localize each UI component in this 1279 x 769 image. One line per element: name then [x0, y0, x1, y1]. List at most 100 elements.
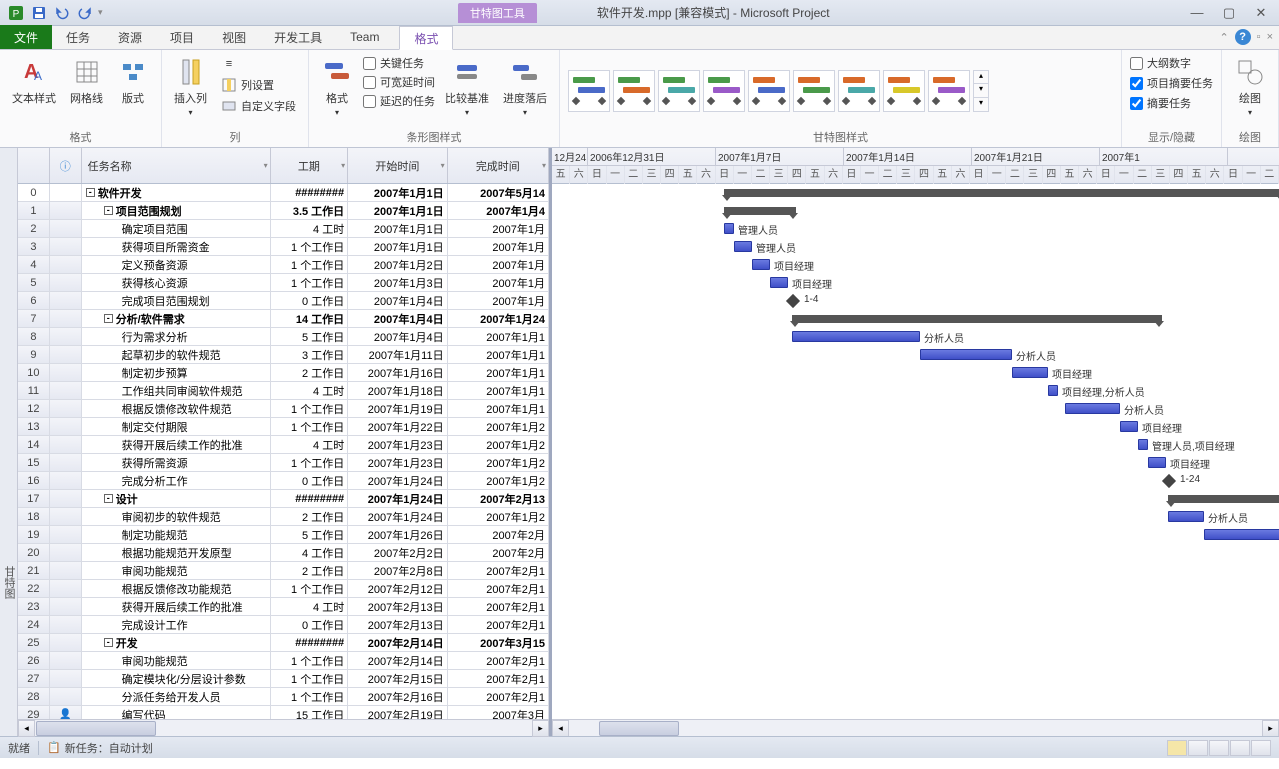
task-row[interactable]: 18 审阅初步的软件规范 2 工作日 2007年1月24日 2007年1月2 [18, 508, 549, 526]
grid-hscroll[interactable]: ◂▸ [18, 719, 549, 736]
task-row[interactable]: 8 行为需求分析 5 工作日 2007年1月4日 2007年1月1 [18, 328, 549, 346]
window-close-icon[interactable]: × [1267, 31, 1273, 43]
view-bar[interactable]: 甘特图 [0, 148, 18, 736]
align-left-button[interactable]: ≡ [217, 54, 300, 74]
task-bar[interactable] [1168, 511, 1204, 522]
tab-team[interactable]: Team [336, 25, 393, 49]
gantt-style-option[interactable] [928, 70, 970, 112]
save-icon[interactable] [29, 3, 49, 23]
task-row[interactable]: 6 完成项目范围规划 0 工作日 2007年1月4日 2007年1月 [18, 292, 549, 310]
late-tasks-checkbox[interactable]: 延迟的任务 [363, 92, 435, 110]
column-settings-button[interactable]: 列设置 [217, 75, 300, 95]
task-bar[interactable] [792, 331, 920, 342]
summary-bar[interactable] [724, 207, 796, 215]
task-bar[interactable] [1148, 457, 1166, 468]
project-icon[interactable]: P [6, 3, 26, 23]
gantt-style-option[interactable] [793, 70, 835, 112]
task-row[interactable]: 2 确定项目范围 4 工时 2007年1月1日 2007年1月 [18, 220, 549, 238]
task-bar[interactable] [752, 259, 770, 270]
task-row[interactable]: 20 根据功能规范开发原型 4 工作日 2007年2月2日 2007年2月 [18, 544, 549, 562]
gantt-style-option[interactable] [838, 70, 880, 112]
task-row[interactable]: 9 起草初步的软件规范 3 工作日 2007年1月11日 2007年1月1 [18, 346, 549, 364]
project-summary-checkbox[interactable]: 项目摘要任务 [1130, 74, 1213, 92]
milestone-icon[interactable] [786, 294, 800, 308]
gantt-style-option[interactable] [613, 70, 655, 112]
ribbon-collapse-icon[interactable]: ⌃ [1219, 31, 1228, 44]
view-usage-icon[interactable] [1188, 740, 1208, 756]
tab-format[interactable]: 格式 [399, 26, 453, 50]
outline-toggle[interactable]: - [104, 206, 113, 215]
task-row[interactable]: 27 确定模块化/分层设计参数 1 个工作日 2007年2月15日 2007年2… [18, 670, 549, 688]
summary-tasks-checkbox[interactable]: 摘要任务 [1130, 94, 1213, 112]
minimize-icon[interactable]: — [1185, 4, 1209, 22]
tab-project[interactable]: 项目 [156, 25, 208, 49]
gantt-chart-area[interactable]: 管理人员管理人员项目经理项目经理1-4分析人员分析人员项目经理项目经理,分析人员… [552, 184, 1279, 719]
maximize-icon[interactable]: ▢ [1217, 4, 1241, 22]
task-row[interactable]: 0 -软件开发 ######## 2007年1月1日 2007年5月14 [18, 184, 549, 202]
window-restore-icon[interactable]: ▫ [1257, 31, 1261, 43]
task-row[interactable]: 10 制定初步预算 2 工作日 2007年1月16日 2007年1月1 [18, 364, 549, 382]
gantt-style-option[interactable] [748, 70, 790, 112]
summary-bar[interactable] [792, 315, 1162, 323]
task-row[interactable]: 23 获得开展后续工作的批准 4 工时 2007年2月13日 2007年2月1 [18, 598, 549, 616]
gantt-style-option[interactable] [883, 70, 925, 112]
task-row[interactable]: 16 完成分析工作 0 工作日 2007年1月24日 2007年1月2 [18, 472, 549, 490]
file-tab[interactable]: 文件 [0, 25, 52, 49]
custom-fields-button[interactable]: 自定义字段 [217, 96, 300, 116]
slack-checkbox[interactable]: 可宽延时间 [363, 73, 435, 91]
gantt-style-option[interactable] [703, 70, 745, 112]
gantt-style-gallery[interactable]: ▴▾▾ [568, 54, 1113, 127]
close-icon[interactable]: ✕ [1249, 4, 1273, 22]
task-bar[interactable] [1138, 439, 1148, 450]
task-row[interactable]: 29 👤 编写代码 15 工作日 2007年2月19日 2007年3月 [18, 706, 549, 719]
slippage-button[interactable]: 进度落后▾ [499, 54, 551, 119]
insert-column-button[interactable]: 插入列▾ [170, 54, 211, 119]
gantt-style-option[interactable] [568, 70, 610, 112]
outline-number-checkbox[interactable]: 大纲数字 [1130, 54, 1213, 72]
col-header-duration[interactable]: 工期▾ [271, 148, 349, 183]
task-bar[interactable] [1204, 529, 1279, 540]
task-bar[interactable] [770, 277, 788, 288]
task-bar[interactable] [1012, 367, 1048, 378]
layout-button[interactable]: 版式 [113, 54, 153, 108]
task-row[interactable]: 4 定义预备资源 1 个工作日 2007年1月2日 2007年1月 [18, 256, 549, 274]
col-header-indicator[interactable]: ⓘ [50, 148, 82, 183]
task-row[interactable]: 28 分派任务给开发人员 1 个工作日 2007年2月16日 2007年2月1 [18, 688, 549, 706]
col-header-name[interactable]: 任务名称▾ [82, 148, 271, 183]
col-header-id[interactable] [18, 148, 50, 183]
task-row[interactable]: 7 -分析/软件需求 14 工作日 2007年1月4日 2007年1月24 [18, 310, 549, 328]
baseline-button[interactable]: 比较基准▾ [441, 54, 493, 119]
view-resource-icon[interactable] [1230, 740, 1250, 756]
help-icon[interactable]: ? [1235, 29, 1251, 45]
task-row[interactable]: 3 获得项目所需资金 1 个工作日 2007年1月1日 2007年1月 [18, 238, 549, 256]
task-row[interactable]: 21 审阅功能规范 2 工作日 2007年2月8日 2007年2月1 [18, 562, 549, 580]
summary-bar[interactable] [1168, 495, 1279, 503]
task-row[interactable]: 19 制定功能规范 5 工作日 2007年1月26日 2007年2月 [18, 526, 549, 544]
task-row[interactable]: 5 获得核心资源 1 个工作日 2007年1月3日 2007年1月 [18, 274, 549, 292]
tab-task[interactable]: 任务 [52, 25, 104, 49]
task-row[interactable]: 12 根据反馈修改软件规范 1 个工作日 2007年1月19日 2007年1月1 [18, 400, 549, 418]
task-bar[interactable] [1048, 385, 1058, 396]
task-bar[interactable] [734, 241, 752, 252]
task-row[interactable]: 1 -项目范围规划 3.5 工作日 2007年1月1日 2007年1月4 [18, 202, 549, 220]
format-button[interactable]: 格式▾ [317, 54, 357, 119]
summary-bar[interactable] [724, 189, 1279, 197]
task-bar[interactable] [920, 349, 1012, 360]
task-row[interactable]: 25 -开发 ######## 2007年2月14日 2007年3月15 [18, 634, 549, 652]
col-header-start[interactable]: 开始时间▾ [348, 148, 447, 183]
outline-toggle[interactable]: - [86, 188, 95, 197]
task-row[interactable]: 15 获得所需资源 1 个工作日 2007年1月23日 2007年1月2 [18, 454, 549, 472]
gantt-style-option[interactable] [658, 70, 700, 112]
task-row[interactable]: 26 审阅功能规范 1 个工作日 2007年2月14日 2007年2月1 [18, 652, 549, 670]
text-styles-button[interactable]: AA文本样式 [8, 54, 60, 108]
outline-toggle[interactable]: - [104, 638, 113, 647]
tab-resource[interactable]: 资源 [104, 25, 156, 49]
task-bar[interactable] [724, 223, 734, 234]
view-team-icon[interactable] [1209, 740, 1229, 756]
gridlines-button[interactable]: 网格线 [66, 54, 107, 108]
milestone-icon[interactable] [1162, 474, 1176, 488]
task-bar[interactable] [1120, 421, 1138, 432]
task-row[interactable]: 14 获得开展后续工作的批准 4 工时 2007年1月23日 2007年1月2 [18, 436, 549, 454]
task-bar[interactable] [1065, 403, 1120, 414]
critical-tasks-checkbox[interactable]: 关键任务 [363, 54, 435, 72]
